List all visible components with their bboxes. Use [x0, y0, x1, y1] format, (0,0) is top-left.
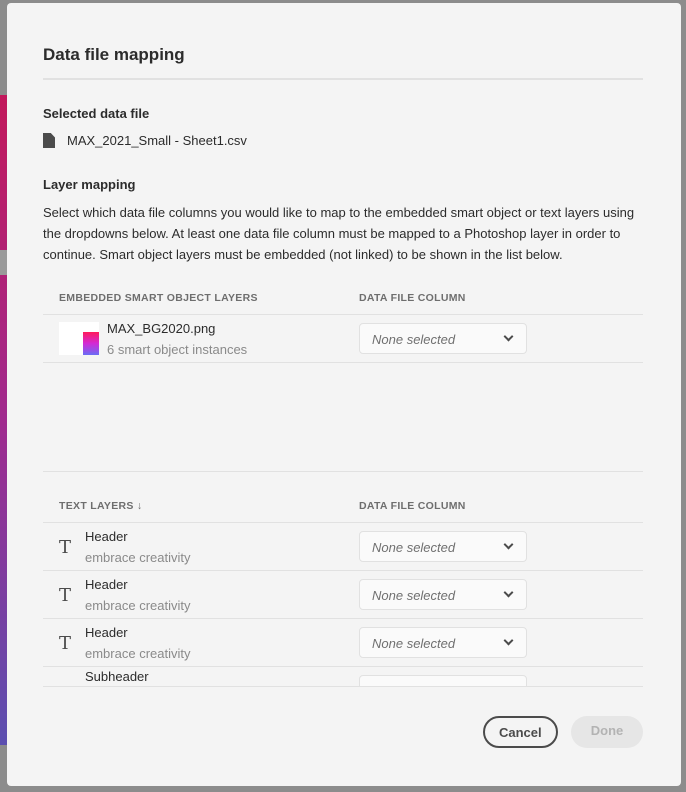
dropdown-value: None selected [372, 540, 456, 555]
chevron-down-icon [503, 331, 514, 342]
data-column-header: DATA FILE COLUMN [359, 292, 466, 304]
file-icon [43, 133, 55, 148]
selected-file: MAX_2021_Small - Sheet1.csv [43, 133, 247, 148]
data-column-dropdown[interactable] [359, 675, 527, 686]
layer-name: Header [85, 577, 128, 592]
data-column-dropdown[interactable]: None selected [359, 627, 527, 658]
text-layer-row: Subheader [43, 667, 643, 686]
text-layers-list[interactable]: T Header embrace creativity None selected T… [7, 522, 681, 686]
file-name: MAX_2021_Small - Sheet1.csv [67, 133, 247, 148]
data-file-mapping-dialog: Data file mapping Selected data file MAX… [7, 3, 681, 786]
layer-name: Subheader [85, 669, 149, 684]
dropdown-value: None selected [372, 636, 456, 651]
dropdown-value: None selected [372, 332, 456, 347]
data-column-dropdown[interactable]: None selected [359, 323, 527, 354]
layer-name: Header [85, 529, 128, 544]
text-layer-row: T Header embrace creativity None selected [43, 523, 643, 571]
dialog-title: Data file mapping [43, 45, 185, 64]
data-column-dropdown[interactable]: None selected [359, 531, 527, 562]
selected-file-heading: Selected data file [43, 106, 150, 121]
divider [43, 471, 643, 472]
layer-mapping-description: Select which data file columns you would… [43, 205, 635, 262]
text-layer-icon: T [59, 537, 72, 558]
layer-thumbnail [59, 322, 99, 355]
data-column-dropdown[interactable]: None selected [359, 579, 527, 610]
layer-sub: embrace creativity [85, 646, 191, 661]
smart-object-column-header: EMBEDDED SMART OBJECT LAYERS [59, 292, 258, 304]
smart-object-row: MAX_BG2020.png 6 smart object instances … [43, 315, 643, 363]
layer-name: Header [85, 625, 128, 640]
layer-sub: embrace creativity [85, 550, 191, 565]
data-column-header: DATA FILE COLUMN [359, 500, 466, 512]
layer-mapping-heading: Layer mapping [43, 177, 136, 192]
text-layer-row: T Header embrace creativity None selected [43, 619, 643, 667]
text-layers-column-header[interactable]: TEXT LAYERS ↓ [59, 500, 142, 512]
dropdown-value: None selected [372, 588, 456, 603]
text-layer-icon: T [59, 633, 72, 654]
divider [43, 686, 643, 687]
layer-sub: embrace creativity [85, 598, 191, 613]
text-layer-row: T Header embrace creativity None selected [43, 571, 643, 619]
title-divider [43, 78, 643, 80]
chevron-down-icon [503, 635, 514, 646]
chevron-down-icon [503, 587, 514, 598]
done-button[interactable]: Done [571, 716, 643, 748]
chevron-down-icon [503, 539, 514, 550]
text-layer-icon: T [59, 585, 72, 606]
layer-name: MAX_BG2020.png [107, 321, 216, 336]
layer-sub: 6 smart object instances [107, 342, 248, 357]
cancel-button[interactable]: Cancel [483, 716, 558, 748]
